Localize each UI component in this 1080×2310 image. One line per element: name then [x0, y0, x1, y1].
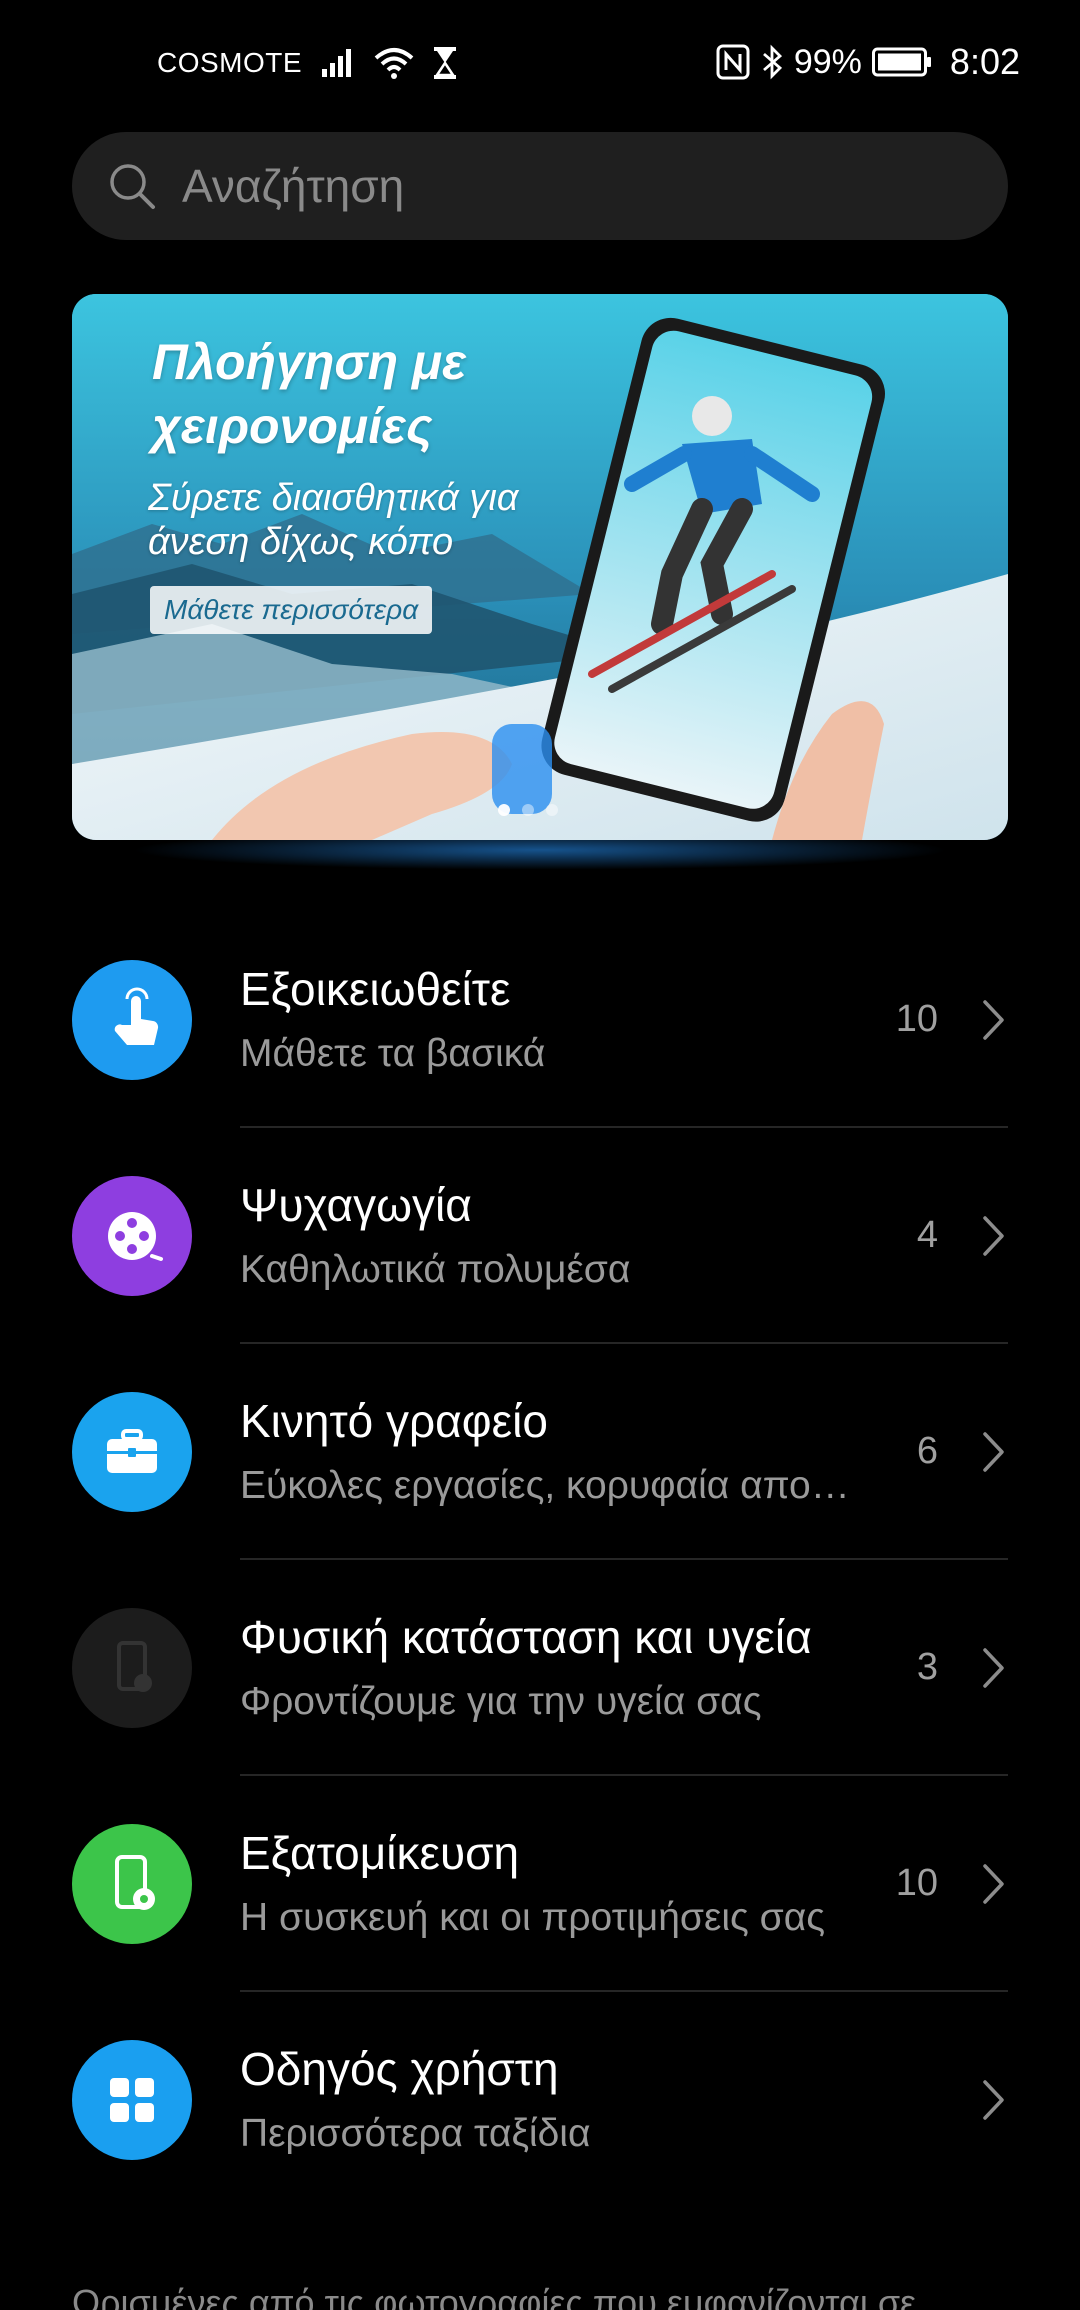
item-icon-circle: [72, 1608, 192, 1728]
item-subtitle: Καθηλωτικά πολυμέσα: [240, 1248, 631, 1291]
item-title: Ψυχαγωγία: [240, 1179, 472, 1231]
search-bar[interactable]: [72, 132, 1008, 240]
item-title: Εξατομίκευση: [240, 1827, 520, 1879]
page-dot-active: [498, 804, 510, 816]
wifi-icon: [374, 48, 414, 79]
footer-note: Ορισμένες από τις φωτογραφίες που εμφανί…: [72, 2282, 917, 2310]
phone-gear-icon: [115, 1855, 155, 1910]
item-subtitle: Φροντίζουμε για την υγεία σας: [240, 1680, 762, 1723]
film-reel-icon: [108, 1212, 163, 1261]
touch-hand-icon: [114, 987, 159, 1045]
item-icon-circle: [72, 1824, 192, 1944]
briefcase-icon: [107, 1429, 157, 1473]
carrier-name: COSMOTE: [157, 47, 303, 78]
item-title: Φυσική κατάσταση και υγεία: [240, 1611, 812, 1663]
hourglass-icon: [434, 47, 457, 79]
nfc-icon: [716, 44, 750, 80]
learn-more-button[interactable]: Μάθετε περισσότερα: [150, 586, 433, 634]
page-dot: [522, 804, 534, 816]
item-count: 4: [916, 1214, 938, 1256]
battery-icon: [871, 47, 931, 77]
list-item-personalization[interactable]: Εξατομίκευση Η συσκευή και οι προτιμήσει…: [0, 1776, 1080, 1992]
list-item-mobile-office[interactable]: Κινητό γραφείο Εύκολες εργασίες, κορυφαί…: [0, 1344, 1080, 1560]
search-icon: [110, 164, 155, 209]
page-dot: [546, 804, 558, 816]
item-title: Κινητό γραφείο: [240, 1395, 548, 1447]
item-title: Οδηγός χρήστη: [240, 2043, 559, 2095]
banner-pagination: [498, 804, 558, 816]
category-list: Εξοικειωθείτε Μάθετε τα βασικά 10 Ψυχαγω…: [0, 912, 1080, 2208]
chevron-right-icon: [983, 1648, 1004, 1688]
banner-subtitle: Σύρετε διαισθητικά για άνεση δίχως κόπο: [148, 477, 519, 563]
item-subtitle: Μάθετε τα βασικά: [240, 1032, 546, 1075]
banner-title: Πλοήγηση με χειρονομίες: [152, 334, 467, 454]
clock: 8:02: [949, 41, 1020, 82]
signal-icon: [322, 49, 352, 77]
item-count: 10: [895, 998, 938, 1040]
chevron-right-icon: [983, 2080, 1004, 2120]
chevron-right-icon: [983, 1216, 1004, 1256]
item-subtitle: Εύκολες εργασίες, κορυφαία αποδοτικότητα: [240, 1464, 860, 1507]
chevron-right-icon: [983, 1864, 1004, 1904]
chevron-right-icon: [983, 1432, 1004, 1472]
chevron-right-icon: [983, 1000, 1004, 1040]
item-icon-circle: [72, 960, 192, 1080]
tips-app-screen: COSMOTE 99% 8:02 Αναζήτηση Πλοήγηση με χ…: [0, 0, 1080, 2310]
item-title: Εξοικειωθείτε: [240, 963, 511, 1015]
list-item-fitness-health[interactable]: Φυσική κατάσταση και υγεία Φροντίζουμε γ…: [0, 1560, 1080, 1776]
item-icon-circle: [72, 2040, 192, 2160]
battery-percent: 99%: [793, 42, 862, 81]
status-bar: COSMOTE 99% 8:02: [0, 0, 1080, 124]
phone-settings-icon: [117, 1641, 152, 1692]
item-count: 3: [916, 1646, 938, 1688]
list-item-get-familiar[interactable]: Εξοικειωθείτε Μάθετε τα βασικά 10: [0, 912, 1080, 1128]
item-icon-circle: [72, 1176, 192, 1296]
search-input[interactable]: [180, 158, 944, 214]
status-left: COSMOTE: [157, 40, 458, 86]
promo-banner[interactable]: Πλοήγηση με χειρονομίες Σύρετε διαισθητι…: [72, 294, 1008, 840]
list-item-entertainment[interactable]: Ψυχαγωγία Καθηλωτικά πολυμέσα 4: [0, 1128, 1080, 1344]
grid-icon: [110, 2078, 154, 2122]
item-count: 6: [916, 1430, 938, 1472]
item-icon-circle: [72, 1392, 192, 1512]
item-subtitle: Περισσότερα ταξίδια: [240, 2112, 591, 2155]
status-right: 99% 8:02: [716, 36, 1020, 88]
item-count: 10: [895, 1862, 938, 1904]
item-subtitle: Η συσκευή και οι προτιμήσεις σας: [240, 1896, 826, 1939]
bluetooth-icon: [762, 44, 782, 80]
list-item-user-guide[interactable]: Οδηγός χρήστη Περισσότερα ταξίδια: [0, 1992, 1080, 2208]
